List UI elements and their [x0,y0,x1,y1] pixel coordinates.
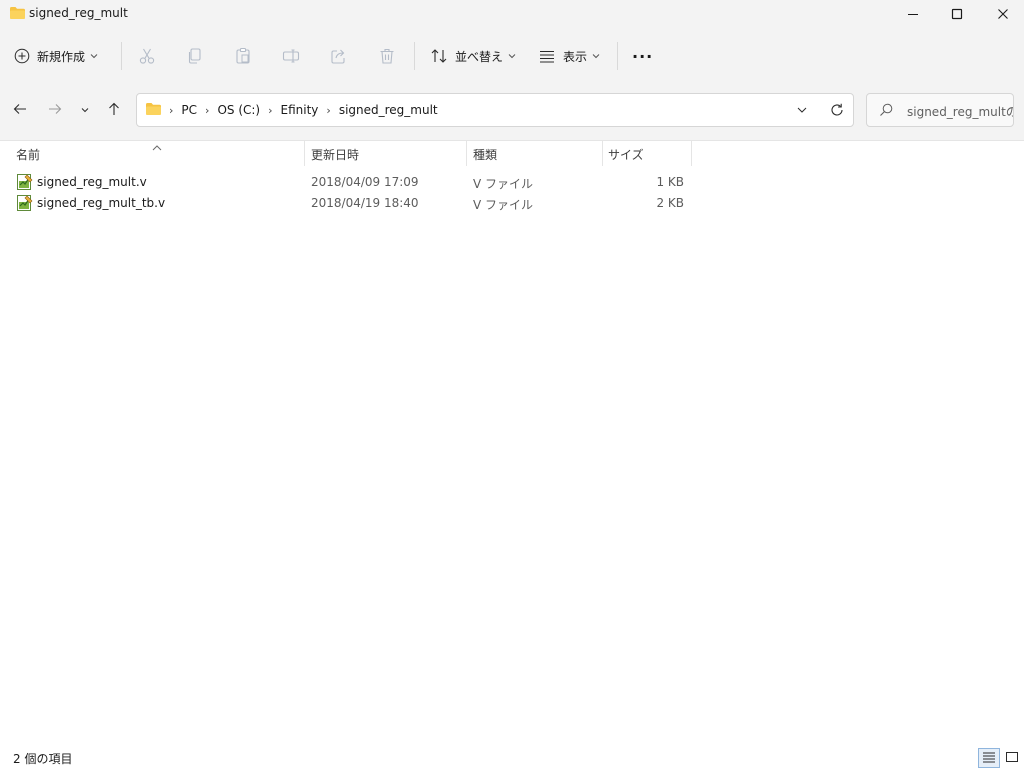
file-type: V ファイル [473,198,534,212]
refresh-icon[interactable] [829,102,845,121]
share-button[interactable] [330,40,348,72]
view-button-label: 表示 [563,49,588,64]
up-button[interactable] [102,98,126,122]
file-row[interactable]: signed_reg_mult.v 2018/04/09 17:09 V ファイ… [0,172,692,193]
command-bar: 新規作成 並べ替え 表示 ··· [0,28,1024,84]
list-view-icon [538,47,556,65]
toolbar-separator [121,42,122,70]
file-modified: 2018/04/19 18:40 [311,196,419,210]
toolbar-separator [617,42,618,70]
rename-icon [282,47,300,65]
details-view-icon [982,751,996,766]
recent-locations-button[interactable] [73,98,97,122]
view-button[interactable]: 表示 [538,40,600,72]
forward-button[interactable] [43,98,67,122]
new-button-label: 新規作成 [37,49,86,64]
cut-button[interactable] [138,40,156,72]
chevron-down-icon [592,53,600,59]
chevron-down-icon [508,53,516,59]
paste-button[interactable] [234,40,252,72]
breadcrumb-current[interactable]: signed_reg_mult [335,103,442,117]
tiles-view-button[interactable] [1001,748,1023,768]
search-icon [879,103,893,120]
arrow-up-icon [106,101,122,120]
chevron-down-icon [90,53,98,59]
address-history-button[interactable] [796,104,808,118]
maximize-button[interactable] [934,0,980,28]
toolbar-separator [414,42,415,70]
delete-button[interactable] [378,40,396,72]
scissors-icon [138,47,156,65]
file-name: signed_reg_mult_tb.v [37,196,166,210]
breadcrumb-drive[interactable]: OS (C:) [213,103,264,117]
chevron-right-icon: › [169,103,174,117]
column-header-size[interactable]: サイズ [601,141,692,166]
chevron-down-icon [80,103,90,117]
sort-button[interactable]: 並べ替え [430,40,516,72]
back-button[interactable] [8,98,32,122]
title-bar: signed_reg_mult [0,0,1024,28]
chevron-right-icon[interactable]: › [201,104,213,117]
folder-icon [146,103,161,118]
item-count: 2 個の項目 [13,752,73,766]
verilog-file-icon [17,195,33,214]
chevron-right-icon[interactable]: › [264,104,276,117]
tiles-view-icon [1005,751,1019,766]
breadcrumb-pc[interactable]: PC [177,103,201,117]
file-modified: 2018/04/09 17:09 [311,175,419,189]
column-header-modified[interactable]: 更新日時 [304,141,467,166]
arrow-right-icon [47,101,63,120]
trash-icon [378,47,396,65]
new-button[interactable]: 新規作成 [14,40,98,72]
verilog-file-icon [17,174,33,193]
navigation-bar: › PC › OS (C:) › Efinity › signed_reg_mu… [0,84,1024,140]
close-button[interactable] [980,0,1024,28]
sort-ascending-icon [151,141,163,155]
sort-icon [430,47,448,65]
chevron-right-icon[interactable]: › [322,104,334,117]
copy-button[interactable] [186,40,204,72]
plus-circle-icon [14,48,30,64]
share-icon [330,47,348,65]
file-row[interactable]: signed_reg_mult_tb.v 2018/04/19 18:40 V … [0,193,692,214]
breadcrumb-efinity[interactable]: Efinity [277,103,323,117]
rename-button[interactable] [282,40,300,72]
file-type: V ファイル [473,177,534,191]
details-view-button[interactable] [978,748,1000,768]
sort-button-label: 並べ替え [455,49,504,64]
file-size: 2 KB [656,196,684,210]
window-title: signed_reg_mult [29,6,128,20]
column-header-type[interactable]: 種類 [466,141,603,166]
arrow-left-icon [12,101,28,120]
copy-icon [186,47,204,65]
paste-icon [234,47,252,65]
file-size: 1 KB [656,175,684,189]
more-options-button[interactable]: ··· [632,40,653,72]
address-bar[interactable]: › PC › OS (C:) › Efinity › signed_reg_mu… [136,93,854,127]
folder-icon [10,7,25,19]
search-placeholder: signed_reg_multの... [907,105,1013,119]
file-name: signed_reg_mult.v [37,175,147,189]
search-box[interactable]: signed_reg_multの... [866,93,1014,127]
breadcrumb: › PC › OS (C:) › Efinity › signed_reg_mu… [165,94,442,126]
minimize-button[interactable] [890,0,936,28]
